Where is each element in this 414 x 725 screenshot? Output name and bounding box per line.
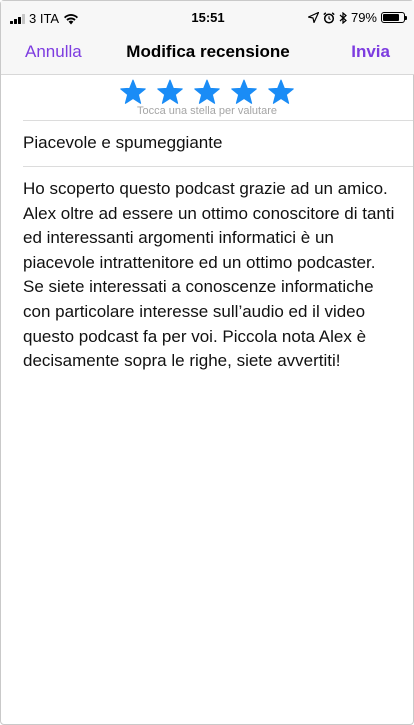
star-icon[interactable] [229, 79, 259, 105]
status-bar: 3 ITA 15:51 79% [1, 1, 414, 35]
star-icon[interactable] [155, 79, 185, 105]
review-title-field[interactable]: Piacevole e spumeggiante [23, 133, 393, 153]
star-icon[interactable] [192, 79, 222, 105]
screen: 3 ITA 15:51 79% Annulla Modifica recensi… [0, 0, 414, 725]
bluetooth-icon [339, 11, 347, 24]
star-icon[interactable] [266, 79, 296, 105]
divider [23, 120, 413, 121]
battery-level [383, 14, 399, 21]
location-arrow-icon [307, 12, 319, 23]
battery-icon [381, 12, 407, 23]
rating-hint: Tocca una stella per valutare [136, 105, 278, 117]
star-rating [1, 79, 413, 105]
star-icon[interactable] [118, 79, 148, 105]
divider [23, 166, 413, 167]
battery-percentage: 79% [350, 10, 377, 25]
alarm-clock-icon [323, 11, 335, 24]
review-body-field[interactable]: Ho scoperto questo podcast grazie ad un … [23, 177, 395, 374]
status-right: 79% [307, 10, 407, 25]
send-button[interactable]: Invia [351, 42, 390, 62]
navigation-bar: Annulla Modifica recensione Invia [1, 35, 414, 75]
